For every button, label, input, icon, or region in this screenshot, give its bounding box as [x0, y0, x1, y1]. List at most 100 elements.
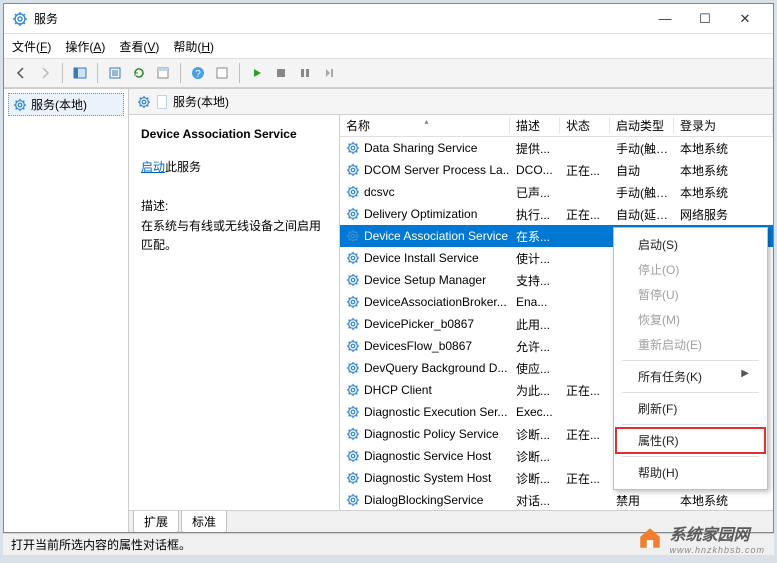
- gear-icon: [346, 339, 360, 353]
- house-icon: [637, 525, 663, 551]
- service-name: Data Sharing Service: [364, 141, 477, 155]
- service-name: Diagnostic Policy Service: [364, 427, 499, 441]
- maximize-button[interactable]: ☐: [685, 5, 725, 33]
- cm-all-tasks[interactable]: 所有任务(K)▶: [616, 364, 765, 389]
- service-logon: 本地系统: [674, 492, 773, 509]
- list-header-bar: 服务(本地): [129, 89, 773, 115]
- titlebar[interactable]: 服务 — ☐ ✕: [4, 4, 773, 34]
- action-button[interactable]: [211, 62, 233, 84]
- service-row[interactable]: DialogBlockingService 对话... 禁用本地系统: [340, 489, 773, 510]
- service-status: 正在...: [560, 206, 610, 223]
- cm-stop: 停止(O): [616, 257, 765, 282]
- gear-icon: [346, 141, 360, 155]
- menu-file[interactable]: 文件(F): [12, 38, 51, 55]
- service-desc: 诊断...: [510, 426, 560, 443]
- column-status[interactable]: 状态: [560, 117, 610, 134]
- service-row[interactable]: Data Sharing Service提供...手动(触发...本地系统: [340, 137, 773, 159]
- service-startup: 自动(延迟...: [610, 206, 674, 223]
- service-startup: 手动(触发...: [610, 140, 674, 157]
- cm-resume: 恢复(M): [616, 307, 765, 332]
- gear-icon: [346, 317, 360, 331]
- close-button[interactable]: ✕: [725, 5, 765, 33]
- menu-action[interactable]: 操作(A): [65, 38, 105, 55]
- service-row[interactable]: Delivery Optimization执行...正在...自动(延迟...网…: [340, 203, 773, 225]
- service-desc: 对话...: [510, 492, 560, 509]
- gear-icon: [346, 427, 360, 441]
- refresh-button[interactable]: [128, 62, 150, 84]
- start-service-button[interactable]: [246, 62, 268, 84]
- back-button[interactable]: [10, 62, 32, 84]
- start-link[interactable]: 启动: [141, 160, 165, 174]
- service-desc: 此用...: [510, 316, 560, 333]
- service-desc: 支持...: [510, 272, 560, 289]
- gear-icon: [346, 405, 360, 419]
- service-row[interactable]: DCOM Server Process La...DCO...正在...自动本地…: [340, 159, 773, 181]
- service-desc: 执行...: [510, 206, 560, 223]
- stop-service-button[interactable]: [270, 62, 292, 84]
- service-name: DeviceAssociationBroker...: [364, 295, 507, 309]
- menubar: 文件(F) 操作(A) 查看(V) 帮助(H): [4, 34, 773, 58]
- tree-root-node[interactable]: 服务(本地): [8, 93, 124, 116]
- column-desc[interactable]: 描述: [510, 117, 560, 134]
- nav-tree[interactable]: 服务(本地): [4, 89, 129, 532]
- service-name: dcsvc: [364, 185, 395, 199]
- column-startup[interactable]: 启动类型: [610, 117, 674, 134]
- gear-icon: [13, 98, 27, 112]
- minimize-button[interactable]: —: [645, 5, 685, 33]
- service-desc: 已声...: [510, 184, 560, 201]
- tab-standard[interactable]: 标准: [181, 511, 227, 532]
- service-logon: 本地系统: [674, 162, 773, 179]
- service-name: Device Association Service: [364, 229, 508, 243]
- cm-restart: 重新启动(E): [616, 332, 765, 357]
- service-desc: 使计...: [510, 250, 560, 267]
- cm-properties[interactable]: 属性(R): [616, 428, 765, 453]
- watermark: 系统家园网 www.hnzkhbsb.com: [637, 521, 765, 555]
- cm-help[interactable]: 帮助(H): [616, 460, 765, 485]
- service-name: Delivery Optimization: [364, 207, 477, 221]
- filter-input[interactable]: [157, 95, 167, 109]
- service-logon: 本地系统: [674, 140, 773, 157]
- export-list-button[interactable]: [104, 62, 126, 84]
- service-name: DialogBlockingService: [364, 493, 483, 507]
- service-name: Device Install Service: [364, 251, 479, 265]
- sort-indicator-icon: ▴: [425, 117, 429, 126]
- service-desc: Ena...: [510, 295, 560, 309]
- column-name[interactable]: 名称▴: [340, 117, 510, 134]
- gear-icon: [346, 229, 360, 243]
- service-name: DevicesFlow_b0867: [364, 339, 472, 353]
- service-startup: 自动: [610, 162, 674, 179]
- restart-service-button[interactable]: [318, 62, 340, 84]
- menu-help[interactable]: 帮助(H): [173, 38, 214, 55]
- service-name: Diagnostic System Host: [364, 471, 491, 485]
- gear-icon: [137, 95, 151, 109]
- service-row[interactable]: dcsvc已声...手动(触发...本地系统: [340, 181, 773, 203]
- cm-refresh[interactable]: 刷新(F): [616, 396, 765, 421]
- desc-text: 在系统与有线或无线设备之间启用匹配。: [141, 217, 327, 255]
- chevron-right-icon: ▶: [741, 368, 749, 379]
- tab-extended[interactable]: 扩展: [133, 511, 179, 532]
- app-icon: [12, 11, 28, 27]
- properties-button[interactable]: [152, 62, 174, 84]
- service-name: Diagnostic Execution Ser...: [364, 405, 507, 419]
- gear-icon: [346, 493, 360, 507]
- service-startup: 手动(触发...: [610, 184, 674, 201]
- service-startup: 禁用: [610, 492, 674, 509]
- service-desc: 诊断...: [510, 470, 560, 487]
- column-logon[interactable]: 登录为: [674, 117, 773, 134]
- pause-service-button[interactable]: [294, 62, 316, 84]
- forward-button[interactable]: [34, 62, 56, 84]
- service-status: 正在...: [560, 426, 610, 443]
- service-status: 正在...: [560, 470, 610, 487]
- window-title: 服务: [34, 10, 645, 27]
- detail-pane: Device Association Service 启动此服务 描述: 在系统…: [129, 115, 339, 510]
- service-desc: 在系...: [510, 228, 560, 245]
- cm-start[interactable]: 启动(S): [616, 232, 765, 257]
- show-hide-tree-button[interactable]: [69, 62, 91, 84]
- context-menu: 启动(S) 停止(O) 暂停(U) 恢复(M) 重新启动(E) 所有任务(K)▶…: [613, 227, 768, 490]
- help-button[interactable]: ?: [187, 62, 209, 84]
- gear-icon: [346, 207, 360, 221]
- gear-icon: [346, 383, 360, 397]
- menu-view[interactable]: 查看(V): [119, 38, 159, 55]
- service-desc: 使应...: [510, 360, 560, 377]
- service-desc: 为此...: [510, 382, 560, 399]
